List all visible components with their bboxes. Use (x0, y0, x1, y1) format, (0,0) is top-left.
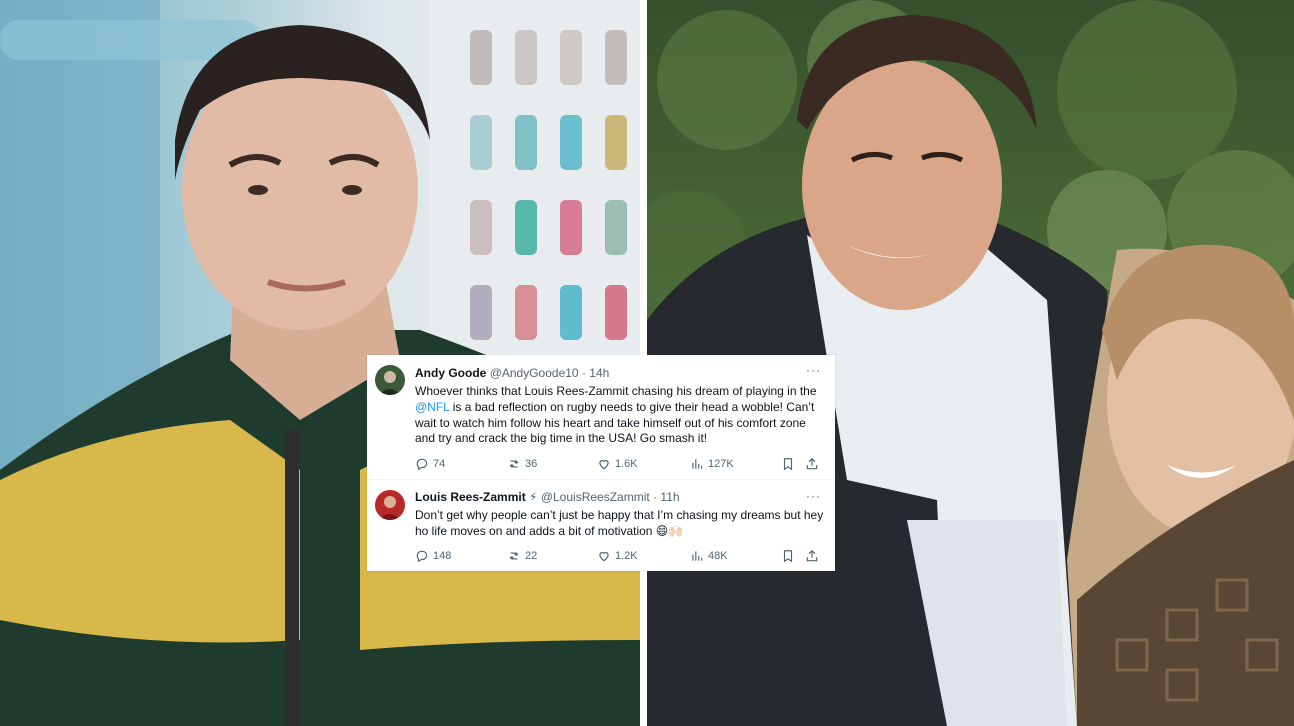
reply-count: 74 (433, 458, 446, 470)
tweet-header: Andy Goode @AndyGoode10 · 14h (415, 366, 825, 382)
tweet-text-part: Whoever thinks that Louis Rees-Zammit ch… (415, 384, 817, 398)
reply-count: 148 (433, 550, 452, 562)
views-count: 127K (708, 458, 734, 470)
reply-button[interactable]: 74 (415, 456, 445, 472)
tweet-text: Whoever thinks that Louis Rees-Zammit ch… (415, 384, 825, 447)
avatar-image (375, 490, 405, 520)
like-button[interactable]: 1.2K (597, 548, 638, 564)
share-icon (806, 549, 818, 562)
bookmark-button[interactable] (781, 456, 795, 472)
mention-link[interactable]: @NFL (415, 400, 449, 414)
separator-dot: · (653, 490, 658, 504)
repost-icon (509, 460, 519, 468)
separator-dot: · (581, 366, 586, 380)
tweet-louis-rees-zammit[interactable]: Louis Rees-Zammit ⚡ @LouisReesZammit · 1… (367, 481, 835, 571)
reply-icon (416, 550, 428, 563)
reply-icon (416, 458, 428, 471)
avatar[interactable] (375, 490, 405, 520)
tweet-andy-goode[interactable]: Andy Goode @AndyGoode10 · 14h ··· Whoeve… (367, 355, 835, 479)
bookmark-icon (783, 550, 793, 563)
tweet-actions: 148 22 1.2K 48K (415, 548, 825, 564)
tweet-header: Louis Rees-Zammit ⚡ @LouisReesZammit · 1… (415, 490, 825, 506)
views-icon (692, 551, 703, 561)
like-count: 1.2K (615, 550, 638, 562)
user-handle[interactable]: @LouisReesZammit (541, 490, 650, 504)
like-icon (599, 460, 609, 470)
tweet-card: Andy Goode @AndyGoode10 · 14h ··· Whoeve… (367, 355, 835, 571)
bookmark-button[interactable] (781, 548, 795, 564)
share-button[interactable] (805, 548, 819, 564)
like-icon (599, 552, 609, 562)
tweet-text-part: is a bad reflection on rugby needs to gi… (415, 399, 815, 446)
share-icon (806, 457, 818, 470)
repost-icon (509, 552, 519, 560)
tweet-divider (367, 479, 835, 480)
user-handle[interactable]: @AndyGoode10 (490, 366, 579, 380)
display-name[interactable]: Andy Goode (415, 366, 486, 380)
repost-count: 36 (525, 458, 538, 470)
bookmark-icon (783, 458, 793, 471)
more-icon[interactable]: ··· (806, 363, 821, 377)
avatar[interactable] (375, 365, 405, 395)
repost-button[interactable]: 22 (507, 548, 537, 564)
tweet-text: Don’t get why people can’t just be happy… (415, 508, 824, 538)
views-button[interactable]: 48K (690, 548, 728, 564)
repost-button[interactable]: 36 (507, 456, 537, 472)
views-count: 48K (708, 550, 728, 562)
share-button[interactable] (805, 456, 819, 472)
avatar-image (375, 365, 405, 395)
reply-button[interactable]: 148 (415, 548, 451, 564)
tweet-actions: 74 36 1.6K 127K (415, 456, 825, 472)
timestamp[interactable]: 11h (660, 490, 679, 504)
badge-emoji: ⚡ (529, 490, 538, 504)
more-icon[interactable]: ··· (806, 489, 821, 503)
like-button[interactable]: 1.6K (597, 456, 638, 472)
views-button[interactable]: 127K (690, 456, 734, 472)
timestamp[interactable]: 14h (589, 366, 609, 380)
views-icon (692, 459, 703, 469)
repost-count: 22 (525, 550, 538, 562)
display-name[interactable]: Louis Rees-Zammit (415, 490, 526, 504)
like-count: 1.6K (615, 458, 638, 470)
